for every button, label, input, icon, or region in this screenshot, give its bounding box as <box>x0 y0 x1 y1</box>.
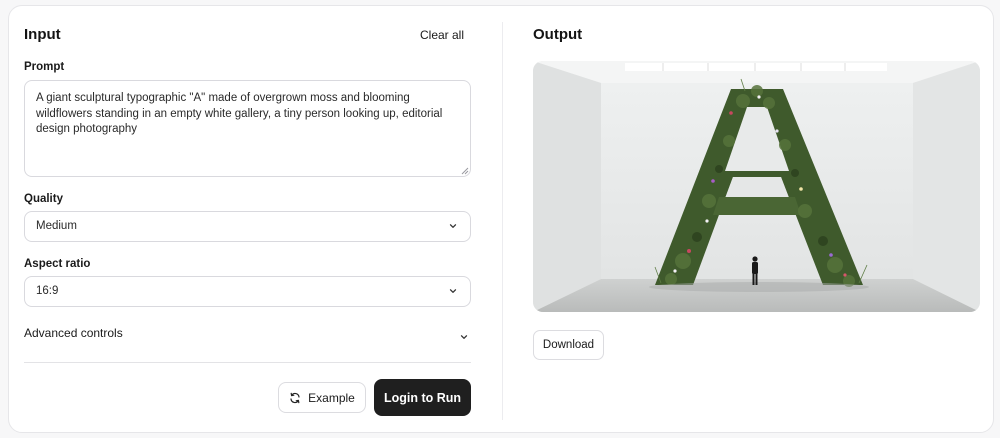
advanced-controls-label: Advanced controls <box>24 326 123 340</box>
example-button[interactable]: Example <box>278 382 366 413</box>
aspect-ratio-select[interactable]: 16:9 <box>24 276 471 307</box>
advanced-controls-toggle[interactable]: Advanced controls <box>24 326 471 352</box>
chevron-down-icon <box>449 289 457 293</box>
advanced-divider <box>24 362 471 363</box>
quality-value: Medium <box>36 220 77 232</box>
clear-all-button[interactable]: Clear all <box>409 23 475 47</box>
quality-label: Quality <box>24 193 63 205</box>
prompt-label: Prompt <box>24 61 65 73</box>
resize-grip-icon[interactable] <box>461 167 469 175</box>
output-title: Output <box>533 26 583 43</box>
example-label: Example <box>308 390 355 405</box>
login-to-run-button[interactable]: Login to Run <box>374 379 471 416</box>
download-button[interactable]: Download <box>533 330 604 360</box>
aspect-ratio-value: 16:9 <box>36 285 59 297</box>
input-title: Input <box>24 26 61 43</box>
playground-card: Input Clear all Prompt A giant sculptura… <box>8 5 994 433</box>
panel-divider <box>502 22 503 420</box>
quality-select[interactable]: Medium <box>24 211 471 242</box>
aspect-ratio-label: Aspect ratio <box>24 258 91 270</box>
chevron-down-icon <box>449 224 457 228</box>
refresh-icon <box>290 392 300 403</box>
prompt-input[interactable]: A giant sculptural typographic "A" made … <box>24 80 471 177</box>
output-image <box>533 61 980 312</box>
chevron-down-icon <box>460 335 468 339</box>
generated-image <box>533 61 980 312</box>
